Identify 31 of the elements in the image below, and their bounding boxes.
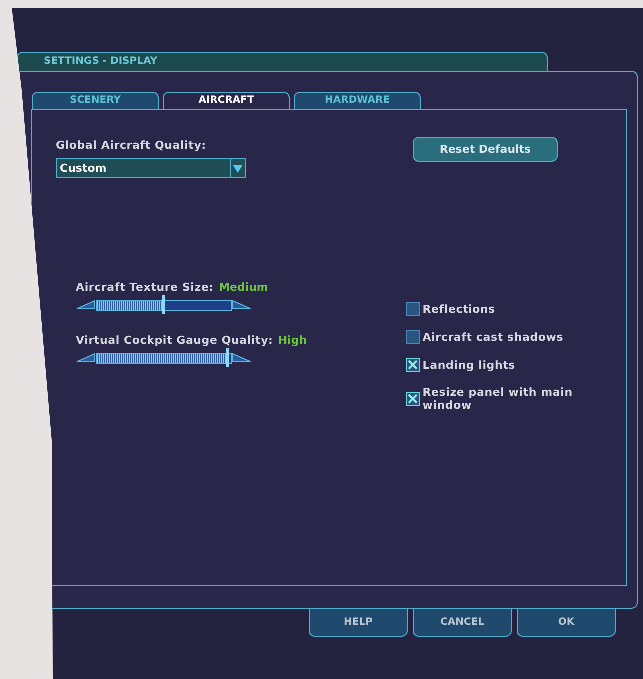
checkbox[interactable] [406,358,420,372]
checkbox[interactable] [406,392,420,406]
tab[interactable]: SCENERY [32,92,159,109]
slider-thumb[interactable] [162,294,165,314]
checkbox[interactable] [406,330,420,344]
slider-arrow-icon[interactable] [76,300,96,310]
slider-arrow-icon[interactable] [76,353,96,363]
checkbox-label: Reflections [422,302,496,316]
field-label: Global Aircraft Quality: [56,139,206,152]
quality-dropdown[interactable]: Custom [56,158,246,178]
slider-value: High [278,334,308,347]
checkbox-label: Resize panel with main window [422,386,574,412]
tab[interactable]: AIRCRAFT [163,92,290,110]
slider-arrow-icon[interactable] [232,300,252,310]
dialog-button[interactable]: OK [517,609,616,637]
tab[interactable]: HARDWARE [294,92,421,109]
check-x-icon [408,360,418,370]
dropdown-arrow-icon[interactable] [230,159,245,177]
slider-value: Medium [219,281,268,294]
reset-defaults-button[interactable]: Reset Defaults [413,137,558,162]
dialog-button[interactable]: CANCEL [413,609,512,637]
slider-label: Aircraft Texture Size: [76,281,214,294]
slider-thumb[interactable] [226,348,229,366]
dialog-button[interactable]: HELP [309,609,408,637]
slider-label: Virtual Cockpit Gauge Quality: [76,334,274,347]
checkbox[interactable] [406,302,420,316]
slider-arrow-icon[interactable] [232,353,252,363]
window-title: SETTINGS - DISPLAY [17,52,548,71]
checkbox-label: Landing lights [422,358,516,372]
check-x-icon [408,394,418,404]
checkbox-label: Aircraft cast shadows [422,330,564,344]
